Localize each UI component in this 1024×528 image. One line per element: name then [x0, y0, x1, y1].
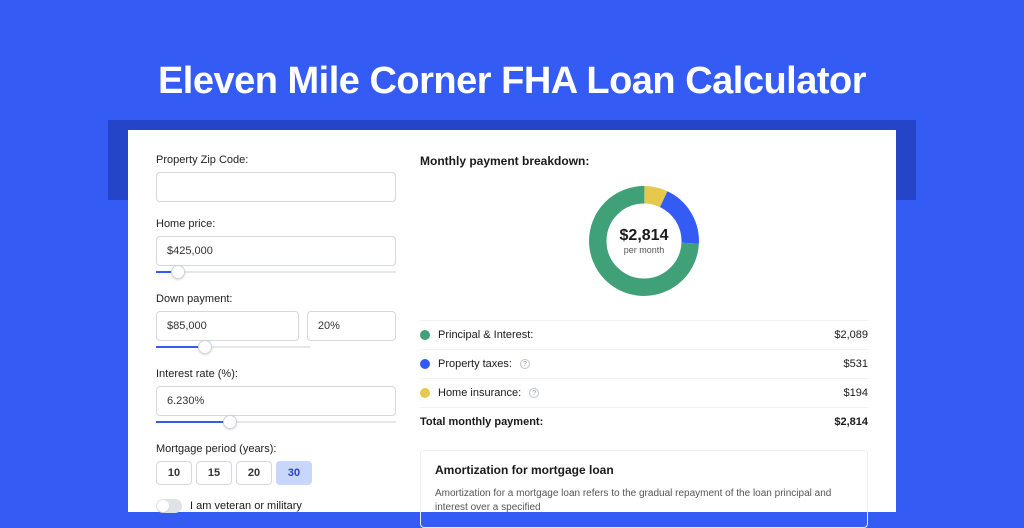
calculator-panel: Property Zip Code: Home price: Down paym… [128, 130, 896, 512]
slider-rail [156, 271, 396, 273]
period-option-30[interactable]: 30 [276, 461, 312, 485]
legend-dot [420, 359, 430, 369]
total-label: Total monthly payment: [420, 416, 543, 428]
breakdown-row: Home insurance:? $194 [420, 378, 868, 407]
payment-donut-chart: $2,814 per month [583, 180, 705, 302]
legend-dot [420, 388, 430, 398]
slider-thumb[interactable] [171, 265, 185, 279]
total-row: Total monthly payment: $2,814 [420, 407, 868, 436]
zip-label: Property Zip Code: [156, 154, 396, 166]
breakdown-label: Principal & Interest: [438, 329, 533, 341]
form-column: Property Zip Code: Home price: Down paym… [156, 154, 396, 512]
veteran-label: I am veteran or military [190, 500, 302, 512]
amortization-card: Amortization for mortgage loan Amortizat… [420, 450, 868, 528]
home-price-slider[interactable] [156, 265, 396, 279]
breakdown-value: $2,089 [834, 329, 868, 341]
amortization-body: Amortization for a mortgage loan refers … [435, 487, 853, 515]
amortization-title: Amortization for mortgage loan [435, 463, 853, 477]
info-icon[interactable]: ? [520, 359, 530, 369]
mortgage-period-segmented: 10152030 [156, 461, 396, 485]
breakdown-label: Home insurance: [438, 387, 521, 399]
zip-input[interactable] [156, 172, 396, 202]
breakdown-row: Property taxes:? $531 [420, 349, 868, 378]
interest-rate-label: Interest rate (%): [156, 368, 396, 380]
legend-dot [420, 330, 430, 340]
slider-thumb[interactable] [198, 340, 212, 354]
interest-rate-input[interactable] [156, 386, 396, 416]
mortgage-period-label: Mortgage period (years): [156, 443, 396, 455]
breakdown-label: Property taxes: [438, 358, 512, 370]
breakdown-column: Monthly payment breakdown: $2,814 per mo… [420, 154, 868, 512]
total-value: $2,814 [834, 416, 868, 428]
period-option-15[interactable]: 15 [196, 461, 232, 485]
home-price-label: Home price: [156, 218, 396, 230]
slider-thumb[interactable] [223, 415, 237, 429]
breakdown-row: Principal & Interest: $2,089 [420, 320, 868, 349]
period-option-20[interactable]: 20 [236, 461, 272, 485]
donut-wrap: $2,814 per month [420, 180, 868, 302]
interest-rate-slider[interactable] [156, 415, 396, 429]
down-payment-label: Down payment: [156, 293, 396, 305]
down-payment-slider[interactable] [156, 340, 310, 354]
page-title: Eleven Mile Corner FHA Loan Calculator [0, 0, 1024, 123]
down-payment-input[interactable] [156, 311, 299, 341]
slider-fill [156, 421, 230, 423]
breakdown-heading: Monthly payment breakdown: [420, 154, 868, 168]
breakdown-value: $194 [844, 387, 868, 399]
info-icon[interactable]: ? [529, 388, 539, 398]
down-payment-pct-input[interactable] [307, 311, 396, 341]
veteran-toggle[interactable] [156, 499, 182, 513]
donut-sub: per month [624, 245, 665, 255]
period-option-10[interactable]: 10 [156, 461, 192, 485]
donut-amount: $2,814 [620, 227, 669, 245]
breakdown-value: $531 [844, 358, 868, 370]
donut-center: $2,814 per month [583, 180, 705, 302]
home-price-input[interactable] [156, 236, 396, 266]
breakdown-rows: Principal & Interest: $2,089 Property taxe… [420, 320, 868, 407]
